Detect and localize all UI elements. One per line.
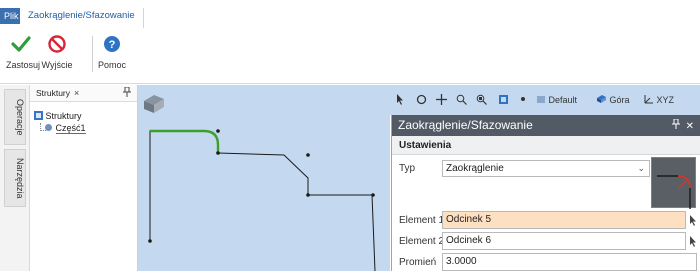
default-view-icon [537,96,545,103]
dialog-title-text: Zaokrąglenie/Sfazowanie [398,118,533,132]
3d-viewport[interactable] [138,85,390,271]
structure-pin-icon[interactable] [123,86,131,99]
top-view-icon [597,95,606,103]
tab-operations[interactable]: Operacje [4,89,26,145]
close-icon[interactable]: ✕ [686,121,694,132]
xyz-view-label: XYZ [656,95,675,105]
no-entry-icon [46,34,68,54]
element2-label: Element 2 [399,236,445,247]
tree-item-structures[interactable]: Struktury [34,111,82,121]
tab-fillet-chamfer[interactable]: Zaokrąglenie/Sfazowanie [22,8,144,28]
tab-operations-label: Operacje [15,98,25,136]
sketch-point [216,129,220,133]
sketch-point [148,239,152,243]
checkmark-icon [10,34,32,54]
zoom-in-icon[interactable] [456,94,467,107]
rotate-icon[interactable] [416,94,427,107]
structure-panel: Struktury × Struktury Część1 [30,85,138,271]
select-arrow-icon[interactable] [396,94,404,107]
help-icon: ? [101,34,123,54]
tree-root-label: Struktury [45,111,82,121]
sketch-canvas[interactable] [138,85,390,271]
tab-file-label: Plik [4,11,19,21]
structure-tree-icon [34,111,46,121]
dialog-pin-close[interactable]: ✕ [671,118,694,132]
chevron-down-icon: ⌄ [637,163,645,173]
fillet-chamfer-dialog: Zaokrąglenie/Sfazowanie ✕ Ustawienia Typ… [391,115,700,271]
element2-pick-icon[interactable] [689,236,697,250]
radius-value: 3.0000 [446,256,477,267]
tree-child-label: Część1 [55,123,86,134]
visibility-icon[interactable] [518,94,528,106]
help-button[interactable]: ? Pomoc [97,34,127,70]
structure-close-icon[interactable]: × [74,88,79,98]
help-label: Pomoc [97,60,126,70]
element1-label: Element 1 [399,215,445,226]
dialog-title: Zaokrąglenie/Sfazowanie [392,115,700,136]
fillet-curve [150,129,220,153]
element1-pick-icon[interactable] [689,215,697,229]
view-default-button[interactable]: Default [536,94,577,105]
axes-icon [644,95,653,104]
pan-icon[interactable] [436,94,447,107]
sketch-point [306,153,310,157]
part-icon [44,123,56,133]
sketch-point [371,193,375,197]
menu-bar: Plik Zaokrąglenie/Sfazowanie [0,0,700,28]
top-view-label: Góra [609,95,630,105]
view-toolbar: Default Góra XYZ [390,85,700,115]
settings-section-header[interactable]: Ustawienia [392,136,700,155]
radius-field[interactable]: 3.0000 [442,253,697,271]
apply-label: Zastosuj [6,60,41,70]
fillet-preview-image [651,157,696,209]
tab-tools[interactable]: Narzędzia [4,149,26,207]
sketch-segment [149,130,204,241]
tree-item-part1[interactable]: Część1 [44,123,86,134]
view-top-button[interactable]: Góra [596,94,630,105]
left-side-strip: Operacje Narzędzia [0,85,30,271]
structure-panel-header: Struktury × [30,85,137,102]
sketch-point [216,151,220,155]
type-select-value: Zaokrąglenie [446,163,504,174]
fit-view-icon[interactable] [498,94,509,107]
tab-tools-label: Narzędzia [15,157,25,199]
zoom-window-icon[interactable] [476,94,487,107]
svg-text:?: ? [109,39,116,51]
type-label: Typ [399,163,416,174]
ribbon: Zastosuj Wyjście ? Pomoc [0,28,700,84]
sketch-point [306,193,310,197]
exit-button[interactable]: Wyjście [41,34,73,70]
type-select[interactable]: Zaokrąglenie ⌄ [442,160,650,177]
element2-value: Odcinek 6 [446,235,492,246]
element2-field[interactable]: Odcinek 6 [442,232,686,250]
tab-fillet-chamfer-label: Zaokrąglenie/Sfazowanie [28,10,135,21]
tab-file[interactable]: Plik [0,8,20,24]
ribbon-separator [92,36,93,72]
radius-label: Promień [399,257,437,268]
sketch-segment [217,152,376,271]
element1-field[interactable]: Odcinek 5 [442,211,686,229]
element1-value: Odcinek 5 [446,214,492,225]
view-xyz-button[interactable]: XYZ [644,94,674,105]
default-view-label: Default [548,95,578,105]
pin-icon[interactable] [671,118,683,132]
structure-tab[interactable]: Struktury [36,88,70,98]
view-cube-icon [144,95,164,113]
exit-label: Wyjście [41,60,73,70]
apply-button[interactable]: Zastosuj [6,34,40,70]
